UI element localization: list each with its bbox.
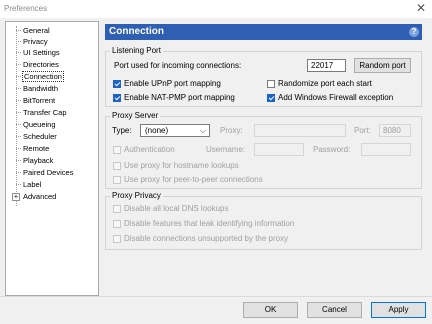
natpmp-label: Enable NAT-PMP port mapping bbox=[124, 93, 235, 102]
proxy-privacy-group: Proxy Privacy Disable all local DNS look… bbox=[105, 191, 422, 250]
randomize-port-label: Randomize port each start bbox=[278, 79, 372, 88]
proxy-server-group: Proxy Server Type: (none) ⌵ Proxy: Port:… bbox=[105, 111, 422, 189]
disable-unsupported-checkbox[interactable] bbox=[113, 235, 121, 243]
proxy-port-label: Port: bbox=[354, 126, 371, 135]
tree-connector bbox=[16, 160, 21, 161]
port-label: Port used for incoming connections: bbox=[114, 61, 242, 70]
randomize-port-checkbox[interactable] bbox=[267, 80, 275, 88]
tree-connector bbox=[16, 172, 21, 173]
password-label: Password: bbox=[313, 145, 351, 154]
hostname-lookups-checkbox[interactable] bbox=[113, 162, 121, 170]
p2p-proxy-label: Use proxy for peer-to-peer connections bbox=[124, 175, 263, 184]
disable-dns-label: Disable all local DNS lookups bbox=[124, 204, 229, 213]
help-icon[interactable]: ? bbox=[409, 27, 419, 37]
hostname-lookups-label: Use proxy for hostname lookups bbox=[124, 161, 239, 170]
authentication-checkbox[interactable] bbox=[113, 146, 121, 154]
tree-connector bbox=[16, 124, 21, 125]
password-input[interactable] bbox=[361, 143, 411, 156]
proxy-type-label: Type: bbox=[112, 126, 132, 135]
tree-connector bbox=[16, 100, 21, 101]
tree-connector bbox=[16, 76, 21, 77]
close-icon[interactable]: ✕ bbox=[416, 1, 426, 15]
tree-guide-line bbox=[16, 26, 17, 206]
tree-connector bbox=[16, 52, 21, 53]
group-title-listening-port: Listening Port bbox=[110, 46, 163, 56]
expand-plus-icon[interactable]: + bbox=[12, 193, 20, 201]
tree-connector bbox=[16, 148, 21, 149]
tree-connector bbox=[16, 64, 21, 65]
tree-connector bbox=[16, 88, 21, 89]
upnp-label: Enable UPnP port mapping bbox=[124, 79, 221, 88]
group-title-proxy-privacy: Proxy Privacy bbox=[110, 191, 163, 201]
firewall-checkbox[interactable] bbox=[267, 94, 275, 102]
random-port-button[interactable]: Random port bbox=[354, 58, 411, 73]
tree-connector bbox=[16, 184, 21, 185]
section-title: Connection bbox=[109, 26, 164, 37]
username-label: Username: bbox=[206, 145, 246, 154]
tree-connector bbox=[16, 30, 21, 31]
window-title: Preferences bbox=[4, 4, 48, 13]
tree-connector bbox=[16, 112, 21, 113]
proxy-host-label: Proxy: bbox=[220, 126, 243, 135]
firewall-label: Add Windows Firewall exception bbox=[278, 93, 394, 102]
disable-dns-checkbox[interactable] bbox=[113, 205, 121, 213]
port-input-value: 22017 bbox=[311, 61, 334, 70]
tree-connector bbox=[16, 41, 21, 42]
authentication-label: Authentication bbox=[124, 145, 175, 154]
upnp-checkbox[interactable] bbox=[113, 80, 121, 88]
apply-button[interactable]: Apply bbox=[371, 302, 426, 318]
disable-leak-label: Disable features that leak identifying i… bbox=[124, 219, 295, 228]
proxy-type-select[interactable]: (none) ⌵ bbox=[140, 124, 210, 137]
username-input[interactable] bbox=[254, 143, 304, 156]
p2p-proxy-checkbox[interactable] bbox=[113, 176, 121, 184]
disable-leak-checkbox[interactable] bbox=[113, 220, 121, 228]
proxy-host-input[interactable] bbox=[254, 124, 346, 137]
port-input[interactable]: 22017 bbox=[307, 59, 346, 72]
proxy-type-value: (none) bbox=[145, 126, 169, 135]
preferences-tree[interactable]: General Privacy UI Settings Directories … bbox=[5, 21, 99, 296]
group-title-proxy-server: Proxy Server bbox=[110, 111, 161, 121]
listening-port-group: Listening Port Port used for incoming co… bbox=[105, 46, 422, 107]
proxy-port-input[interactable]: 8080 bbox=[379, 124, 411, 137]
ok-button[interactable]: OK bbox=[243, 302, 298, 318]
disable-unsupported-label: Disable connections unsupported by the p… bbox=[124, 234, 289, 243]
cancel-button[interactable]: Cancel bbox=[307, 302, 362, 318]
chevron-down-icon: ⌵ bbox=[199, 126, 206, 135]
tree-connector bbox=[16, 136, 21, 137]
natpmp-checkbox[interactable] bbox=[113, 94, 121, 102]
section-header: Connection ? bbox=[105, 24, 422, 40]
dialog-footer: OK Cancel Apply bbox=[0, 296, 432, 324]
title-bar: Preferences ✕ bbox=[0, 0, 432, 18]
proxy-port-value: 8080 bbox=[383, 126, 401, 135]
